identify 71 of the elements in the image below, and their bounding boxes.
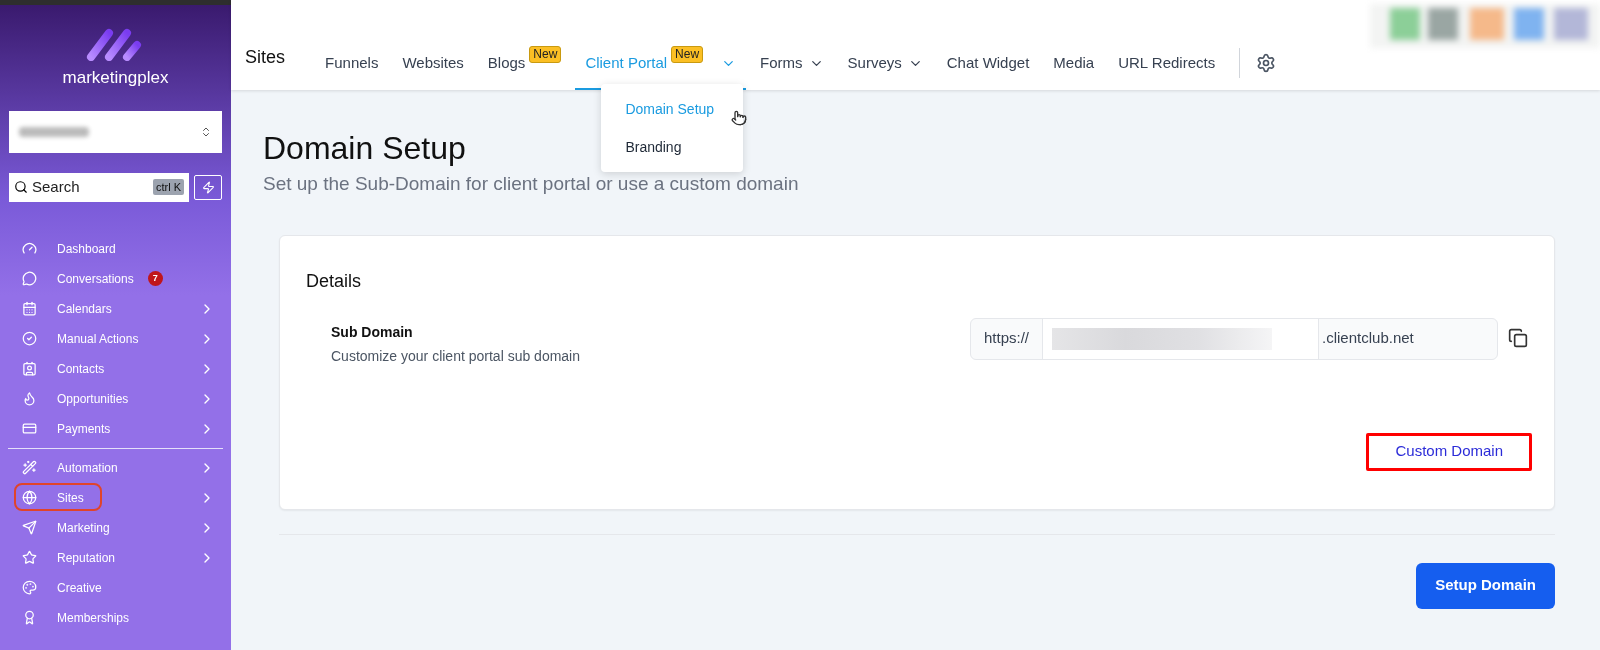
- field-label: Sub Domain: [331, 322, 414, 342]
- quick-action-button[interactable]: [194, 174, 222, 200]
- page-subtitle: Set up the Sub-Domain for client portal or use a custom domain: [263, 172, 799, 196]
- nav-tab[interactable]: Websites: [392, 38, 474, 90]
- menu-item[interactable]: Branding: [601, 128, 744, 166]
- tab-label: Chat Widget: [946, 52, 1030, 73]
- tab-label: Funnels: [325, 52, 379, 73]
- section-title: Sites: [245, 46, 286, 69]
- blurred-account-name: [19, 126, 89, 137]
- check-circle-icon: [22, 331, 37, 346]
- sidebar-item[interactable]: Marketing: [57, 518, 110, 537]
- hand-cursor-icon: [731, 110, 748, 126]
- nav-tab[interactable]: Blogs New: [477, 38, 572, 90]
- sidebar-item[interactable]: Payments: [57, 419, 111, 438]
- star-icon: [22, 550, 37, 565]
- sidebar-item[interactable]: Calendars: [57, 299, 112, 318]
- nav-tab[interactable]: Funnels: [315, 38, 389, 90]
- tab-label: Media: [1053, 52, 1095, 73]
- field-description: Customize your client portal sub domain: [331, 346, 581, 366]
- setup-domain-button[interactable]: Setup Domain: [1416, 562, 1555, 609]
- search-icon: [14, 180, 28, 194]
- sidebar-item[interactable]: Contacts: [57, 359, 105, 378]
- tab-label: Surveys: [847, 52, 902, 73]
- notification-badge: 7: [147, 271, 163, 286]
- copy-icon[interactable]: [1508, 327, 1528, 348]
- sidebar-item[interactable]: Opportunities: [57, 389, 129, 408]
- nav-tab[interactable]: Chat Widget: [936, 38, 1040, 90]
- sidebar-item[interactable]: Sites: [57, 488, 84, 507]
- palette-icon: [22, 580, 37, 595]
- chat-bubble-icon: [22, 271, 37, 286]
- search-field[interactable]: Search ctrl K: [9, 172, 189, 202]
- gauge-icon: [22, 241, 37, 256]
- sidebar-item[interactable]: Creative: [57, 578, 102, 597]
- magic-wand-icon: [22, 460, 37, 475]
- paper-plane-icon: [22, 520, 37, 535]
- sidebar-item[interactable]: Manual Actions: [57, 329, 139, 348]
- nav-tab[interactable]: Surveys: [837, 38, 933, 90]
- custom-domain-link[interactable]: Custom Domain: [1366, 432, 1532, 471]
- sidebar-item[interactable]: Conversations: [57, 269, 134, 288]
- calendar-icon: [22, 301, 37, 316]
- sidebar-item[interactable]: Reputation: [57, 548, 116, 567]
- tab-label: Websites: [402, 52, 464, 73]
- url-suffix: .clientclub.net: [1318, 318, 1417, 359]
- search-input[interactable]: Search: [32, 175, 149, 199]
- globe-icon: [22, 490, 37, 505]
- nav-tab[interactable]: Media: [1043, 38, 1105, 90]
- brand-name: marketingplex: [62, 67, 169, 89]
- flame-icon: [22, 391, 37, 406]
- tab-label: Forms: [760, 52, 803, 73]
- lightning-icon: [201, 180, 215, 194]
- nav-tab[interactable]: Forms: [750, 38, 834, 90]
- award-icon: [22, 610, 37, 625]
- sidebar-item[interactable]: Memberships: [57, 608, 130, 627]
- card-title: Details: [306, 269, 363, 293]
- menu-item[interactable]: Domain Setup: [601, 90, 744, 128]
- tab-label: URL Redirects: [1118, 52, 1216, 73]
- new-badge: New: [671, 45, 704, 63]
- up-down-icon: [200, 125, 212, 138]
- shortcut-hint: ctrl K: [152, 178, 184, 196]
- settings-icon[interactable]: [1256, 53, 1277, 73]
- sidebar-item[interactable]: Dashboard: [57, 239, 116, 258]
- subdomain-field[interactable]: https:// .clientclub.net: [970, 317, 1498, 360]
- contact-card-icon: [22, 361, 37, 376]
- page-title: Domain Setup: [263, 129, 466, 168]
- nav-tab[interactable]: URL Redirects: [1108, 38, 1226, 90]
- tab-label: Client Portal: [585, 52, 668, 73]
- tab-label: Blogs: [487, 52, 526, 73]
- new-badge: New: [529, 45, 562, 63]
- account-selector[interactable]: [9, 110, 222, 153]
- sidebar-item[interactable]: Automation: [57, 458, 118, 477]
- credit-card-icon: [22, 421, 37, 436]
